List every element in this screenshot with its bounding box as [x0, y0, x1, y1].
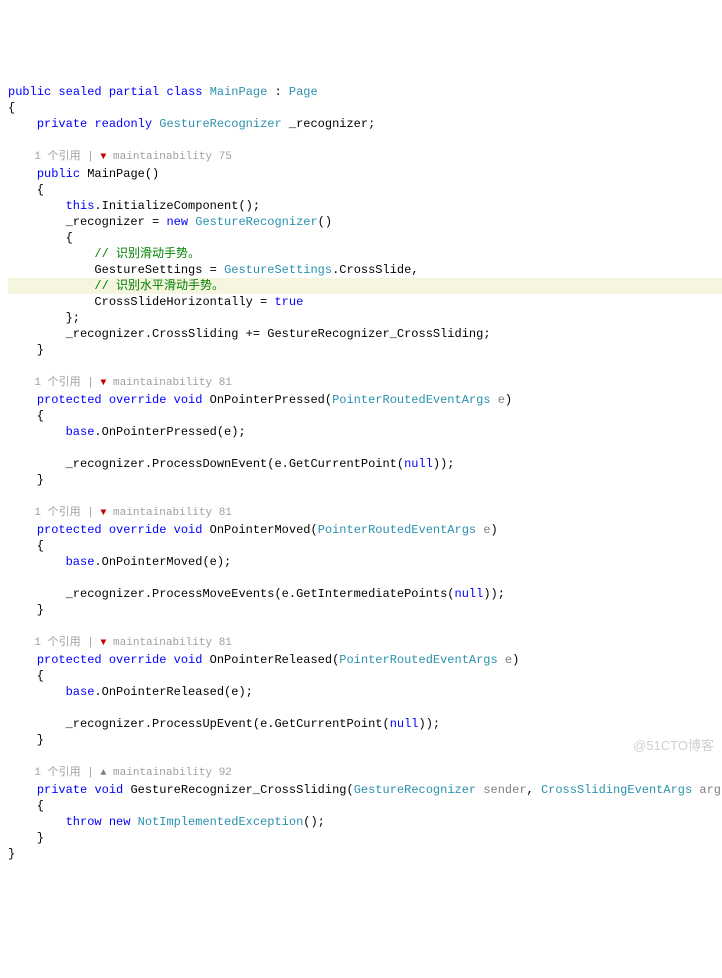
line: private void GestureRecognizer_CrossSlid…	[8, 783, 722, 797]
line: }	[8, 603, 44, 617]
line: protected override void OnPointerPressed…	[8, 393, 512, 407]
line	[8, 701, 15, 715]
line: base.OnPointerMoved(e);	[8, 555, 231, 569]
line: private readonly GestureRecognizer _reco…	[8, 117, 375, 131]
line: GestureSettings = GestureSettings.CrossS…	[8, 263, 419, 277]
line: {	[8, 799, 44, 813]
codelens[interactable]: 1 个引用 | ▲ maintainability 92	[8, 767, 232, 779]
line	[8, 133, 15, 147]
codelens[interactable]: 1 个引用 | ▼ maintainability 75	[8, 151, 232, 163]
line: };	[8, 311, 80, 325]
line: {	[8, 409, 44, 423]
line	[8, 359, 15, 373]
line: }	[8, 847, 15, 861]
line: this.InitializeComponent();	[8, 199, 260, 213]
line: {	[8, 101, 15, 115]
line: _recognizer.CrossSliding += GestureRecog…	[8, 327, 491, 341]
code-block: public sealed partial class MainPage : P…	[8, 68, 722, 862]
line: // 识别水平滑动手势。	[8, 278, 722, 294]
line: // 识别滑动手势。	[8, 247, 200, 261]
line	[8, 619, 15, 633]
line: public MainPage()	[8, 167, 159, 181]
line: protected override void OnPointerMoved(P…	[8, 523, 498, 537]
codelens[interactable]: 1 个引用 | ▼ maintainability 81	[8, 377, 232, 389]
line: CrossSlideHorizontally = true	[8, 295, 303, 309]
line: _recognizer.ProcessDownEvent(e.GetCurren…	[8, 457, 455, 471]
line: throw new NotImplementedException();	[8, 815, 325, 829]
line: _recognizer.ProcessMoveEvents(e.GetInter…	[8, 587, 505, 601]
codelens[interactable]: 1 个引用 | ▼ maintainability 81	[8, 507, 232, 519]
line: }	[8, 343, 44, 357]
line	[8, 749, 15, 763]
line: {	[8, 669, 44, 683]
line: public sealed partial class MainPage : P…	[8, 85, 318, 99]
line: base.OnPointerPressed(e);	[8, 425, 246, 439]
codelens[interactable]: 1 个引用 | ▼ maintainability 81	[8, 637, 232, 649]
line: {	[8, 539, 44, 553]
line: {	[8, 183, 44, 197]
line: {	[8, 231, 73, 245]
line: _recognizer = new GestureRecognizer()	[8, 215, 332, 229]
line: _recognizer.ProcessUpEvent(e.GetCurrentP…	[8, 717, 440, 731]
line: base.OnPointerReleased(e);	[8, 685, 253, 699]
line	[8, 441, 15, 455]
line	[8, 571, 15, 585]
line: }	[8, 733, 44, 747]
line: }	[8, 473, 44, 487]
line	[8, 489, 15, 503]
line: }	[8, 831, 44, 845]
line: protected override void OnPointerRelease…	[8, 653, 519, 667]
